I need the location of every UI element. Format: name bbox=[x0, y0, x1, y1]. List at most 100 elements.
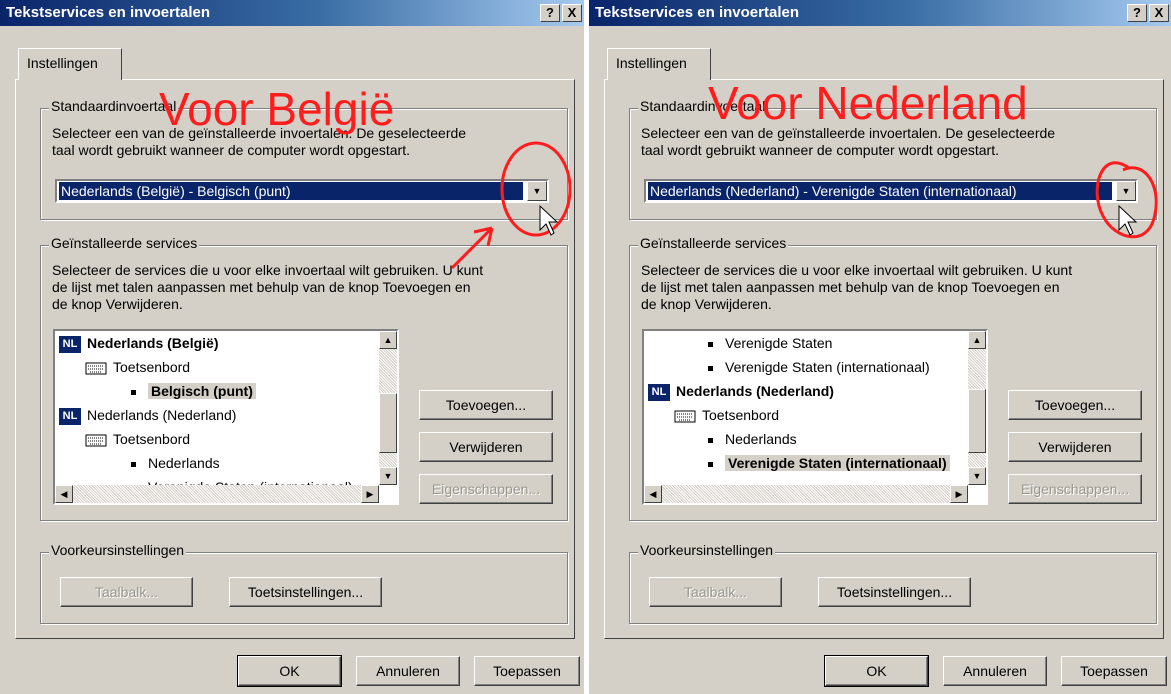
language-bar-button[interactable]: Taalbalk... bbox=[60, 577, 193, 607]
bullet-icon bbox=[708, 341, 713, 347]
close-icon[interactable]: X bbox=[1149, 4, 1169, 22]
dropdown-arrow-icon[interactable]: ▼ bbox=[527, 181, 547, 201]
scroll-up-icon[interactable]: ▲ bbox=[968, 331, 986, 349]
preferences-group: Voorkeursinstellingen Taalbalk... Toetsi… bbox=[629, 542, 1157, 624]
bullet-icon bbox=[708, 437, 713, 443]
list-item-label: Nederlands (Nederland) bbox=[676, 383, 834, 399]
ok-button[interactable]: OK bbox=[824, 655, 929, 687]
description-line: taal wordt gebruikt wanneer de computer … bbox=[52, 142, 410, 158]
list-item-label: Verenigde Staten bbox=[725, 335, 833, 351]
horizontal-scrollbar[interactable]: ◀ ▶ bbox=[644, 485, 968, 503]
help-icon[interactable]: ? bbox=[1127, 4, 1147, 22]
dropdown-selected-value: Nederlands (België) - Belgisch (punt) bbox=[58, 181, 524, 201]
window-title: Tekstservices en invoertalen bbox=[595, 4, 799, 21]
list-item[interactable]: Verenigde Staten (internationaal) bbox=[708, 355, 930, 379]
title-bar: Tekstservices en invoertalen bbox=[0, 0, 584, 26]
language-badge-icon: NL bbox=[59, 335, 81, 353]
scroll-right-icon[interactable]: ▶ bbox=[950, 485, 968, 503]
list-item[interactable]: Toetsenbord bbox=[85, 427, 190, 451]
title-bar: Tekstservices en invoertalen bbox=[589, 0, 1171, 26]
tab-label: Instellingen bbox=[616, 55, 687, 71]
default-language-description: Selecteer een van de geïnstalleerde invo… bbox=[641, 125, 1055, 159]
description-line: de lijst met talen aanpassen met behulp … bbox=[52, 279, 471, 295]
keyboard-icon bbox=[85, 362, 107, 375]
list-item-label: Nederlands bbox=[148, 455, 220, 471]
scroll-down-icon[interactable]: ▼ bbox=[379, 467, 397, 485]
description-line: Selecteer de services die u voor elke in… bbox=[641, 262, 1073, 278]
preferences-legend: Voorkeursinstellingen bbox=[49, 542, 187, 558]
apply-button[interactable]: Toepassen bbox=[1061, 656, 1167, 686]
help-icon[interactable]: ? bbox=[540, 4, 560, 22]
tab-panel: Standaardinvoertaal Selecteer een van de… bbox=[604, 79, 1164, 639]
language-badge-icon: NL bbox=[648, 383, 670, 401]
bullet-icon bbox=[708, 365, 713, 371]
services-tree[interactable]: Verenigde Staten Verenigde Staten (inter… bbox=[642, 329, 988, 505]
vertical-scrollbar[interactable]: ▲ ▼ bbox=[379, 331, 397, 485]
ok-button[interactable]: OK bbox=[237, 655, 342, 687]
properties-button[interactable]: Eigenschappen... bbox=[419, 474, 553, 504]
installed-services-description: Selecteer de services die u voor elke in… bbox=[641, 262, 1072, 313]
window-title: Tekstservices en invoertalen bbox=[6, 4, 210, 21]
tab-instellingen[interactable]: Instellingen bbox=[607, 48, 711, 80]
installed-services-legend: Geïnstalleerde services bbox=[638, 235, 789, 251]
scroll-down-icon[interactable]: ▼ bbox=[968, 467, 986, 485]
list-item-label: Toetsenbord bbox=[113, 431, 191, 447]
key-settings-button[interactable]: Toetsinstellingen... bbox=[818, 577, 971, 607]
list-item[interactable]: NL Nederlands (Nederland) bbox=[648, 379, 834, 403]
language-bar-button[interactable]: Taalbalk... bbox=[649, 577, 782, 607]
dropdown-selected-value: Nederlands (Nederland) - Verenigde State… bbox=[647, 181, 1113, 201]
installed-services-legend: Geïnstalleerde services bbox=[49, 235, 200, 251]
remove-button[interactable]: Verwijderen bbox=[1008, 432, 1142, 462]
default-language-dropdown[interactable]: Nederlands (Nederland) - Verenigde State… bbox=[644, 179, 1138, 203]
list-item-label-selected: Belgisch (punt) bbox=[148, 383, 256, 399]
list-item-label: Toetsenbord bbox=[702, 407, 780, 423]
tab-label: Instellingen bbox=[27, 55, 98, 71]
description-line: de knop Verwijderen. bbox=[52, 296, 183, 312]
scroll-thumb[interactable] bbox=[379, 393, 397, 453]
list-item[interactable]: NL Nederlands (België) bbox=[59, 331, 218, 355]
list-item[interactable]: NL Nederlands (Nederland) bbox=[59, 403, 236, 427]
list-item[interactable]: Nederlands bbox=[131, 451, 220, 475]
horizontal-scrollbar[interactable]: ◀ ▶ bbox=[55, 485, 379, 503]
list-item[interactable]: Toetsenbord bbox=[85, 355, 190, 379]
scroll-left-icon[interactable]: ◀ bbox=[55, 485, 73, 503]
preferences-group: Voorkeursinstellingen Taalbalk... Toetsi… bbox=[40, 542, 568, 624]
scroll-thumb[interactable] bbox=[968, 389, 986, 453]
cancel-button[interactable]: Annuleren bbox=[943, 656, 1047, 686]
list-item[interactable]: Nederlands bbox=[708, 427, 797, 451]
key-settings-button[interactable]: Toetsinstellingen... bbox=[229, 577, 382, 607]
add-button[interactable]: Toevoegen... bbox=[1008, 390, 1142, 420]
list-item-label: Toetsenbord bbox=[113, 359, 191, 375]
scroll-right-icon[interactable]: ▶ bbox=[361, 485, 379, 503]
installed-services-description: Selecteer de services die u voor elke in… bbox=[52, 262, 483, 313]
apply-button[interactable]: Toepassen bbox=[474, 656, 580, 686]
remove-button[interactable]: Verwijderen bbox=[419, 432, 553, 462]
list-item-label: Nederlands (Nederland) bbox=[87, 407, 237, 423]
scroll-left-icon[interactable]: ◀ bbox=[644, 485, 662, 503]
close-icon[interactable]: X bbox=[562, 4, 582, 22]
list-item[interactable]: Toetsenbord bbox=[674, 403, 779, 427]
vertical-scrollbar[interactable]: ▲ ▼ bbox=[968, 331, 986, 485]
list-item[interactable]: Verenigde Staten bbox=[708, 331, 832, 355]
scroll-up-icon[interactable]: ▲ bbox=[379, 331, 397, 349]
add-button[interactable]: Toevoegen... bbox=[419, 390, 553, 420]
default-language-dropdown[interactable]: Nederlands (België) - Belgisch (punt) ▼ bbox=[55, 179, 549, 203]
properties-button[interactable]: Eigenschappen... bbox=[1008, 474, 1142, 504]
bullet-icon bbox=[708, 461, 713, 467]
annotation-heading: Voor Nederland bbox=[708, 77, 1028, 129]
list-item-label: Verenigde Staten (internationaal) bbox=[725, 359, 930, 375]
cancel-button[interactable]: Annuleren bbox=[356, 656, 460, 686]
services-tree[interactable]: NL Nederlands (België) Toetsenbord Belgis… bbox=[53, 329, 399, 505]
keyboard-icon bbox=[674, 410, 696, 423]
dropdown-arrow-icon[interactable]: ▼ bbox=[1116, 181, 1136, 201]
annotation-heading: Voor België bbox=[159, 83, 395, 135]
description-line: Selecteer de services die u voor elke in… bbox=[52, 262, 484, 278]
tab-instellingen[interactable]: Instellingen bbox=[18, 48, 122, 80]
installed-services-group: Geïnstalleerde services Selecteer de ser… bbox=[629, 235, 1157, 521]
bullet-icon bbox=[131, 461, 136, 467]
list-item[interactable]: Belgisch (punt) bbox=[131, 379, 256, 403]
list-item[interactable]: Verenigde Staten (internationaal) bbox=[708, 451, 950, 475]
description-line: de lijst met talen aanpassen met behulp … bbox=[641, 279, 1060, 295]
keyboard-icon bbox=[85, 434, 107, 447]
dialog-netherlands: Tekstservices en invoertalen ? X Instell… bbox=[589, 0, 1171, 694]
